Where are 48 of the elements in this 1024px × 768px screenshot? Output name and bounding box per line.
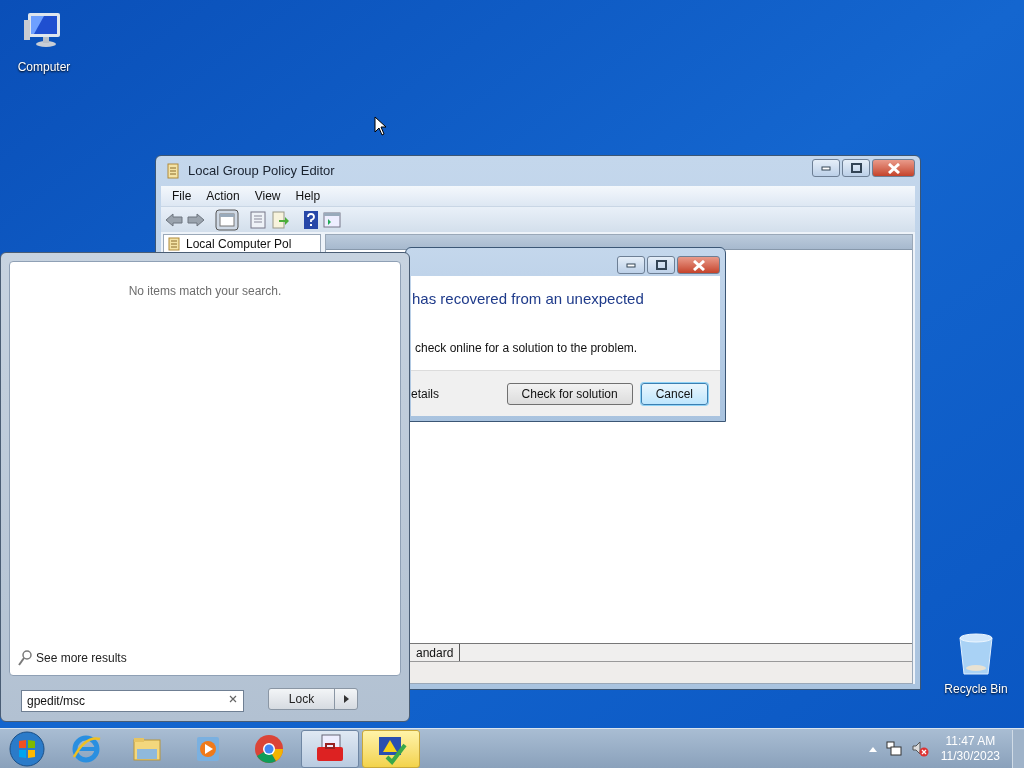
window-title: Local Group Policy Editor (188, 162, 335, 181)
details-link[interactable]: etails (411, 384, 439, 403)
network-icon[interactable] (884, 739, 903, 758)
maximize-button[interactable] (647, 256, 675, 274)
search-icon (18, 650, 32, 666)
clock-time: 11:47 AM (945, 733, 996, 749)
menu-item[interactable]: Action (206, 187, 240, 205)
dialog-heading: has recovered from an unexpected (411, 289, 645, 309)
search-field[interactable]: gpedit/msc (21, 689, 244, 712)
close-button[interactable] (872, 159, 915, 177)
minimize-icon (626, 262, 636, 268)
taskbar-button[interactable] (362, 729, 420, 768)
close-button[interactable] (677, 256, 720, 274)
empty-results-text: No items match your search. (127, 283, 283, 300)
mouse-cursor-icon (374, 116, 388, 136)
desktop-icon-label[interactable]: Computer (17, 58, 71, 76)
close-icon (887, 162, 900, 174)
muted-speaker-icon[interactable] (910, 739, 929, 758)
lock-label[interactable]: Lock (269, 688, 335, 709)
see-more-results-link[interactable]: See more results (36, 649, 127, 667)
chrome-icon (253, 732, 285, 765)
check-solution-button[interactable]: Check for solution (506, 382, 633, 405)
menu-item[interactable]: View (254, 187, 281, 205)
properties-icon[interactable] (249, 210, 267, 229)
taskbar-button[interactable] (301, 729, 359, 768)
maximize-button[interactable] (842, 159, 870, 177)
power-button[interactable]: Lock (268, 687, 358, 710)
start-orb-icon[interactable] (9, 730, 45, 767)
maximize-icon (850, 163, 862, 173)
tree-item[interactable]: Local Computer Pol (186, 235, 292, 253)
export-list-icon[interactable] (271, 210, 289, 229)
cancel-button[interactable]: Cancel (640, 382, 708, 405)
menu-item[interactable]: File (172, 187, 192, 205)
scroll-icon (166, 163, 180, 179)
show-tree-icon[interactable] (215, 208, 239, 231)
show-hidden-icons-icon[interactable] (868, 745, 877, 752)
clock-date: 11/30/2023 (940, 748, 1000, 764)
desktop-icon-label[interactable]: Recycle Bin (944, 680, 1008, 698)
maximize-icon (655, 260, 667, 270)
menu-item[interactable]: Help (295, 187, 321, 205)
minimize-icon (821, 165, 831, 171)
forward-arrow-icon[interactable] (187, 211, 205, 228)
back-arrow-icon[interactable] (165, 211, 183, 228)
dialog-message: check online for a solution to the problem. (414, 339, 639, 357)
clear-icon[interactable] (228, 693, 238, 704)
help-icon[interactable] (303, 209, 319, 230)
scroll-icon (168, 237, 180, 251)
close-icon (692, 259, 705, 271)
